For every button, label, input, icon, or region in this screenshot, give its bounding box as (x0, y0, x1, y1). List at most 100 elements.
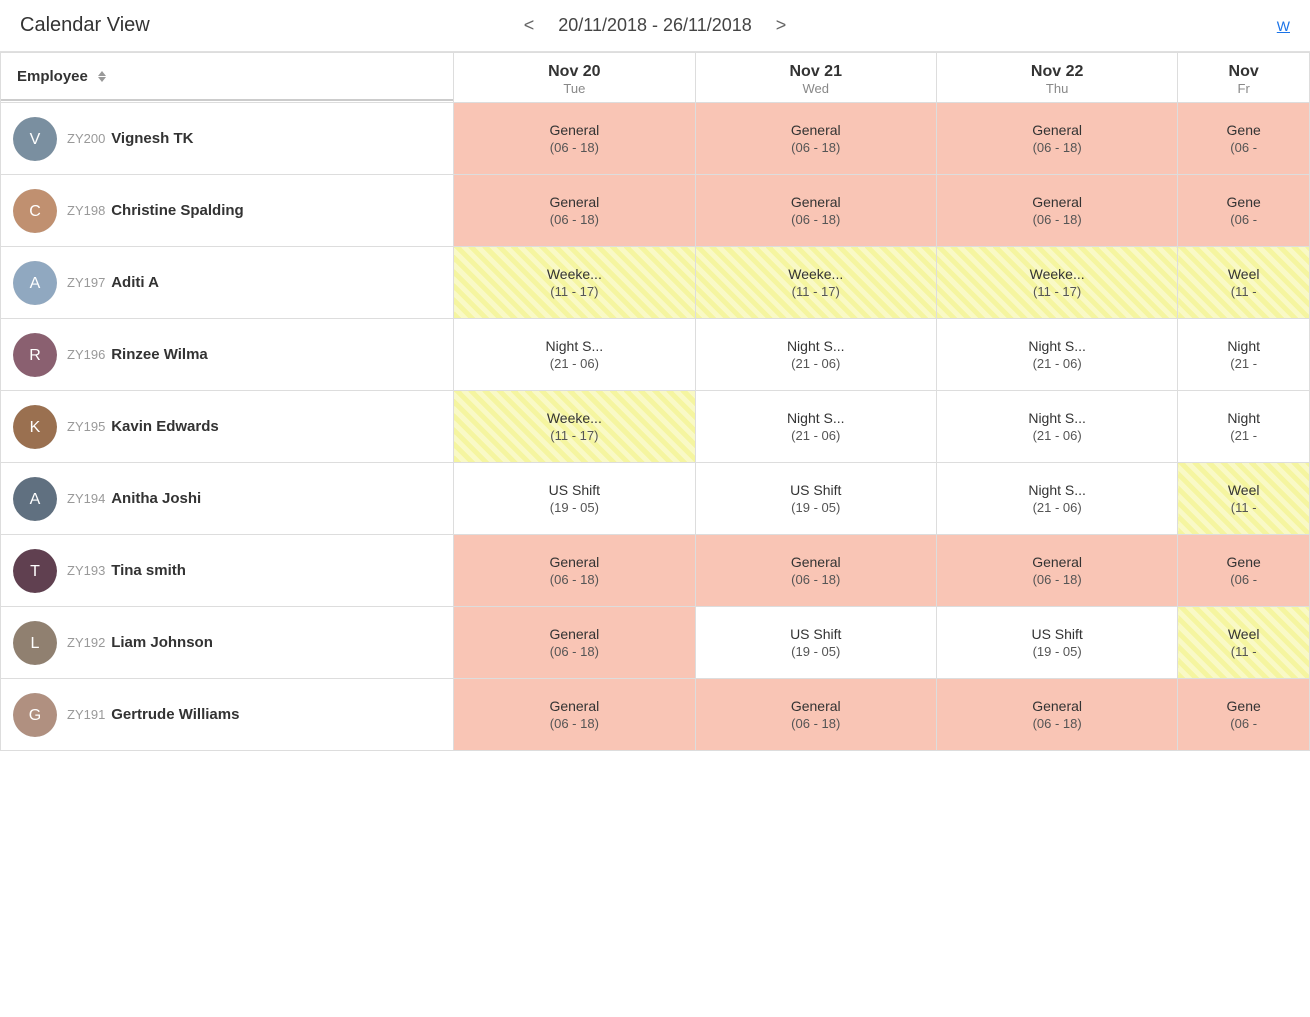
shift-time: (11 - (1186, 284, 1301, 299)
emp-name-zy198: Christine Spalding (111, 202, 244, 219)
shift-cell[interactable]: General (06 - 18) (454, 535, 695, 607)
shift-time: (06 - (1186, 140, 1301, 155)
day-name-1: Nov 21 (704, 63, 928, 81)
shift-name: Gene (1186, 698, 1301, 714)
employee-cell-zy196[interactable]: R ZY196 Rinzee Wilma (1, 319, 454, 391)
emp-id-zy193: ZY193 (67, 563, 105, 578)
employee-cell-zy192[interactable]: L ZY192 Liam Johnson (1, 607, 454, 679)
emp-id-zy200: ZY200 (67, 131, 105, 146)
table-row: A ZY194 Anitha Joshi US Shift (19 - 05) … (1, 463, 1310, 535)
shift-cell[interactable]: Gene (06 - (1178, 679, 1310, 751)
shift-cell[interactable]: General (06 - 18) (695, 175, 936, 247)
shift-cell[interactable]: Gene (06 - (1178, 535, 1310, 607)
shift-name: Gene (1186, 194, 1301, 210)
shift-name: Gene (1186, 554, 1301, 570)
employee-header[interactable]: Employee (1, 54, 453, 101)
sort-icon[interactable] (98, 71, 106, 82)
shift-cell[interactable]: Weel (11 - (1178, 463, 1310, 535)
day-name-0: Nov 20 (462, 63, 686, 81)
shift-cell[interactable]: General (06 - 18) (454, 175, 695, 247)
shift-time: (21 - 06) (704, 356, 928, 371)
svg-text:A: A (30, 275, 41, 292)
shift-name: US Shift (704, 482, 928, 498)
svg-text:T: T (30, 563, 40, 580)
shift-time: (21 - 06) (462, 356, 686, 371)
calendar-container: Employee Nov 20 Tue Nov 21 (0, 52, 1310, 751)
shift-time: (11 - (1186, 500, 1301, 515)
shift-cell[interactable]: General (06 - 18) (936, 679, 1177, 751)
shift-cell[interactable]: US Shift (19 - 05) (936, 607, 1177, 679)
shift-cell[interactable]: Night (21 - (1178, 319, 1310, 391)
shift-cell[interactable]: Weel (11 - (1178, 607, 1310, 679)
prev-button[interactable]: < (516, 11, 543, 40)
employee-cell-zy200[interactable]: V ZY200 Vignesh TK (1, 103, 454, 175)
shift-name: General (945, 698, 1169, 714)
shift-name: General (704, 122, 928, 138)
shift-cell[interactable]: General (06 - 18) (695, 679, 936, 751)
shift-time: (06 - 18) (462, 140, 686, 155)
shift-cell[interactable]: Gene (06 - (1178, 103, 1310, 175)
day-name-3: Nov (1186, 63, 1301, 81)
shift-cell[interactable]: Night S... (21 - 06) (454, 319, 695, 391)
shift-cell[interactable]: Night (21 - (1178, 391, 1310, 463)
shift-name: General (945, 122, 1169, 138)
shift-cell[interactable]: General (06 - 18) (454, 607, 695, 679)
employee-cell-zy198[interactable]: C ZY198 Christine Spalding (1, 175, 454, 247)
employee-cell-zy193[interactable]: T ZY193 Tina smith (1, 535, 454, 607)
shift-time: (06 - (1186, 572, 1301, 587)
shift-cell[interactable]: Night S... (21 - 06) (936, 463, 1177, 535)
employee-cell-zy195[interactable]: K ZY195 Kavin Edwards (1, 391, 454, 463)
shift-cell[interactable]: General (06 - 18) (454, 103, 695, 175)
employee-cell-zy197[interactable]: A ZY197 Aditi A (1, 247, 454, 319)
shift-cell[interactable]: General (06 - 18) (695, 103, 936, 175)
svg-text:G: G (29, 707, 41, 724)
shift-cell[interactable]: Weeke... (11 - 17) (454, 391, 695, 463)
date-nav: < 20/11/2018 - 26/11/2018 > (516, 11, 795, 40)
shift-time: (06 - 18) (945, 716, 1169, 731)
employee-cell-zy191[interactable]: G ZY191 Gertrude Williams (1, 679, 454, 751)
shift-cell[interactable]: General (06 - 18) (936, 175, 1177, 247)
emp-name-zy200: Vignesh TK (111, 130, 193, 147)
table-row: C ZY198 Christine Spalding General (06 -… (1, 175, 1310, 247)
shift-cell[interactable]: Night S... (21 - 06) (695, 391, 936, 463)
next-button[interactable]: > (768, 11, 795, 40)
shift-time: (06 - 18) (704, 140, 928, 155)
shift-cell[interactable]: Night S... (21 - 06) (936, 391, 1177, 463)
shift-cell[interactable]: US Shift (19 - 05) (695, 463, 936, 535)
shift-name: Weel (1186, 266, 1301, 282)
shift-time: (06 - 18) (462, 644, 686, 659)
emp-name-zy194: Anitha Joshi (111, 490, 201, 507)
shift-time: (21 - (1186, 428, 1301, 443)
shift-cell[interactable]: Night S... (21 - 06) (936, 319, 1177, 391)
table-row: V ZY200 Vignesh TK General (06 - 18) Gen… (1, 103, 1310, 175)
th-day-2: Nov 22 Thu (936, 53, 1177, 103)
calendar-table: Employee Nov 20 Tue Nov 21 (0, 52, 1310, 751)
svg-text:C: C (29, 203, 41, 220)
top-link[interactable]: W (1277, 18, 1290, 34)
shift-cell[interactable]: Gene (06 - (1178, 175, 1310, 247)
page-title: Calendar View (20, 14, 150, 37)
shift-name: General (462, 626, 686, 642)
shift-cell[interactable]: General (06 - 18) (936, 103, 1177, 175)
shift-time: (11 - 17) (945, 284, 1169, 299)
shift-name: Gene (1186, 122, 1301, 138)
shift-name: General (462, 194, 686, 210)
shift-name: General (704, 698, 928, 714)
shift-cell[interactable]: Weeke... (11 - 17) (454, 247, 695, 319)
shift-cell[interactable]: Weeke... (11 - 17) (695, 247, 936, 319)
avatar-zy194: A (13, 477, 57, 521)
shift-cell[interactable]: General (06 - 18) (454, 679, 695, 751)
emp-name-zy193: Tina smith (111, 562, 186, 579)
shift-cell[interactable]: US Shift (19 - 05) (695, 607, 936, 679)
shift-cell[interactable]: General (06 - 18) (695, 535, 936, 607)
svg-text:L: L (31, 635, 40, 652)
shift-cell[interactable]: General (06 - 18) (936, 535, 1177, 607)
shift-cell[interactable]: Night S... (21 - 06) (695, 319, 936, 391)
employee-cell-zy194[interactable]: A ZY194 Anitha Joshi (1, 463, 454, 535)
shift-cell[interactable]: US Shift (19 - 05) (454, 463, 695, 535)
shift-cell[interactable]: Weeke... (11 - 17) (936, 247, 1177, 319)
avatar-zy193: T (13, 549, 57, 593)
svg-text:A: A (30, 491, 41, 508)
shift-cell[interactable]: Weel (11 - (1178, 247, 1310, 319)
shift-name: Night S... (704, 410, 928, 426)
